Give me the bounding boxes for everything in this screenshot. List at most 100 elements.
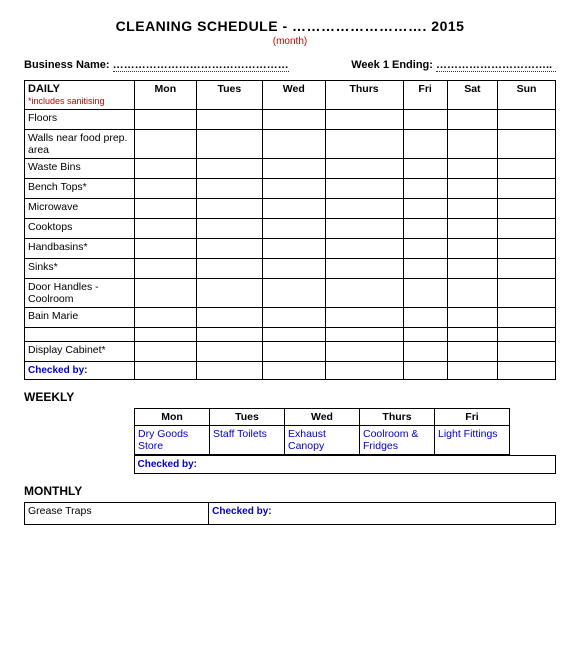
daily-data-cell	[403, 130, 447, 159]
daily-data-cell	[498, 110, 556, 130]
weekly-checked-label: Checked by:	[134, 456, 556, 474]
daily-data-cell	[263, 110, 326, 130]
daily-data-cell	[325, 342, 403, 362]
daily-table: DAILY *includes sanitising Mon Tues Wed …	[24, 80, 556, 380]
daily-data-cell	[403, 199, 447, 219]
daily-data-cell	[498, 308, 556, 328]
daily-tues-header: Tues	[196, 81, 262, 110]
daily-row: Cooktops	[25, 219, 556, 239]
daily-data-cell	[403, 279, 447, 308]
daily-data-cell	[447, 342, 497, 362]
daily-row: Waste Bins	[25, 159, 556, 179]
daily-data-cell	[325, 199, 403, 219]
daily-sun-header: Sun	[498, 81, 556, 110]
daily-row: Microwave	[25, 199, 556, 219]
daily-item-label: Walls near food prep. area	[25, 130, 135, 159]
daily-data-cell	[325, 328, 403, 342]
monthly-table: Grease Traps Checked by:	[24, 502, 556, 525]
daily-row: Display Cabinet*	[25, 342, 556, 362]
daily-item-label: Floors	[25, 110, 135, 130]
daily-data-cell	[263, 199, 326, 219]
daily-data-cell	[135, 259, 197, 279]
daily-fri-header: Fri	[403, 81, 447, 110]
daily-item-label	[25, 328, 135, 342]
daily-data-cell	[447, 110, 497, 130]
daily-data-cell	[403, 342, 447, 362]
daily-data-cell	[403, 219, 447, 239]
daily-checked-cell	[498, 362, 556, 380]
daily-data-cell	[498, 259, 556, 279]
page-subtitle: (month)	[24, 36, 556, 47]
page-title: CLEANING SCHEDULE - ………………………. 2015	[24, 18, 556, 34]
daily-data-cell	[325, 219, 403, 239]
weekly-checked-spacer	[24, 456, 134, 474]
weekly-thurs-header: Thurs	[360, 409, 435, 426]
weekly-wed-header: Wed	[285, 409, 360, 426]
daily-item-label: Sinks*	[25, 259, 135, 279]
daily-data-cell	[403, 328, 447, 342]
daily-data-cell	[196, 179, 262, 199]
business-name-field: Business Name: …………………………………………	[24, 59, 289, 72]
daily-row: Door Handles - Coolroom	[25, 279, 556, 308]
daily-data-cell	[325, 279, 403, 308]
daily-data-cell	[135, 328, 197, 342]
daily-checked-cell	[325, 362, 403, 380]
daily-data-cell	[135, 308, 197, 328]
daily-data-cell	[135, 239, 197, 259]
daily-data-cell	[263, 279, 326, 308]
daily-row: Sinks*	[25, 259, 556, 279]
daily-row: Floors	[25, 110, 556, 130]
daily-data-cell	[325, 110, 403, 130]
daily-data-cell	[498, 179, 556, 199]
daily-data-cell	[325, 179, 403, 199]
monthly-section-label: MONTHLY	[24, 484, 556, 498]
daily-data-cell	[403, 110, 447, 130]
daily-data-cell	[196, 130, 262, 159]
weekly-item-wed: Exhaust Canopy	[285, 426, 360, 455]
daily-data-cell	[447, 308, 497, 328]
daily-data-cell	[263, 159, 326, 179]
daily-data-cell	[447, 328, 497, 342]
daily-data-cell	[196, 342, 262, 362]
daily-data-cell	[135, 110, 197, 130]
week-ending-field: Week 1 Ending: …………………………..	[351, 59, 556, 72]
daily-row: Handbasins*	[25, 239, 556, 259]
daily-data-cell	[447, 179, 497, 199]
daily-row: Walls near food prep. area	[25, 130, 556, 159]
weekly-item-thurs: Coolroom & Fridges	[360, 426, 435, 455]
daily-data-cell	[196, 110, 262, 130]
daily-data-cell	[196, 308, 262, 328]
daily-data-cell	[447, 199, 497, 219]
daily-data-cell	[403, 259, 447, 279]
daily-sat-header: Sat	[447, 81, 497, 110]
weekly-table: Mon Tues Wed Thurs Fri Dry Goods Store S…	[134, 408, 510, 455]
daily-data-cell	[263, 328, 326, 342]
daily-row: Bain Marie	[25, 308, 556, 328]
daily-data-cell	[135, 342, 197, 362]
weekly-fri-header: Fri	[435, 409, 510, 426]
daily-data-cell	[135, 179, 197, 199]
weekly-checked-row: Checked by:	[24, 456, 556, 474]
daily-item-label: Display Cabinet*	[25, 342, 135, 362]
daily-data-cell	[447, 279, 497, 308]
daily-data-cell	[447, 239, 497, 259]
daily-data-cell	[447, 219, 497, 239]
daily-checked-cell	[403, 362, 447, 380]
monthly-checked-label: Checked by:	[209, 503, 556, 525]
daily-data-cell	[403, 159, 447, 179]
daily-data-cell	[135, 159, 197, 179]
weekly-item-mon: Dry Goods Store	[135, 426, 210, 455]
daily-row: Bench Tops*	[25, 179, 556, 199]
daily-data-cell	[447, 259, 497, 279]
daily-checked-cell	[196, 362, 262, 380]
daily-data-cell	[196, 259, 262, 279]
daily-data-cell	[135, 279, 197, 308]
daily-data-cell	[325, 159, 403, 179]
daily-data-cell	[325, 308, 403, 328]
daily-data-cell	[403, 239, 447, 259]
daily-data-cell	[196, 159, 262, 179]
daily-data-cell	[403, 308, 447, 328]
weekly-item-fri: Light Fittings	[435, 426, 510, 455]
daily-checked-cell	[263, 362, 326, 380]
daily-item-label: Waste Bins	[25, 159, 135, 179]
